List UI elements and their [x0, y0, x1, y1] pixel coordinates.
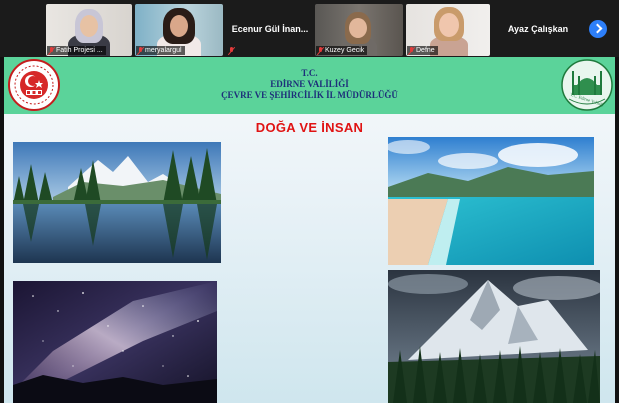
participant-name-tag: Fatih Projesi ...: [47, 46, 106, 55]
mic-muted-icon: [228, 47, 234, 55]
participant-name-tag: Kuzey Gecik: [316, 46, 368, 55]
header-line-valilik: EDİRNE VALİLİĞİ: [270, 79, 349, 89]
participant-name: meryalargul: [145, 47, 182, 54]
header-line-mudurluk: ÇEVRE VE ŞEHİRCİLİK İL MÜDÜRLÜĞÜ: [221, 90, 398, 100]
slide-header: T.C. EDİRNE VALİLİĞİ ÇEVRE VE ŞEHİRCİLİK…: [4, 57, 615, 114]
participant-name-tag: meryalargul: [136, 46, 185, 55]
mic-muted-icon: [317, 46, 323, 55]
participant-tile[interactable]: Kuzey Gecik: [315, 4, 403, 56]
participant-name: Fatih Projesi ...: [56, 47, 103, 54]
shared-slide: T.C. EDİRNE VALİLİĞİ ÇEVRE VE ŞEHİRCİLİK…: [4, 57, 615, 403]
snowy-mountain-photo: [388, 270, 600, 403]
participant-tile[interactable]: Defne: [406, 4, 490, 56]
milky-way-photo: [13, 281, 217, 403]
mic-muted-icon: [137, 46, 143, 55]
header-line-tc: T.C.: [301, 68, 318, 78]
participant-strip: Fatih Projesi ... meryalargul Ecenur Gül…: [0, 0, 619, 57]
mic-muted-icon: [408, 46, 414, 55]
participant-tile[interactable]: Ecenur Gül İnan...: [227, 4, 313, 56]
next-participants-button[interactable]: [589, 20, 607, 38]
mic-muted-icon: [48, 46, 54, 55]
participant-name-tag: Defne: [407, 46, 438, 55]
participant-name: Kuzey Gecik: [325, 47, 365, 54]
participant-name: Defne: [416, 47, 435, 54]
slide-title: DOĞA VE İNSAN: [255, 120, 364, 135]
beach-photo: [388, 137, 594, 265]
participant-name: Ecenur Gül İnan...: [231, 24, 309, 34]
lake-mountain-photo: [13, 142, 221, 263]
edirne-valiligi-logo: T.C. Edirne Valiliği: [561, 59, 613, 111]
participant-name: Ayaz Çalışkan: [507, 24, 569, 34]
participant-tile[interactable]: meryalargul: [135, 4, 223, 56]
participant-tile[interactable]: Ayaz Çalışkan: [494, 4, 582, 56]
participant-tile[interactable]: Fatih Projesi ...: [46, 4, 132, 56]
